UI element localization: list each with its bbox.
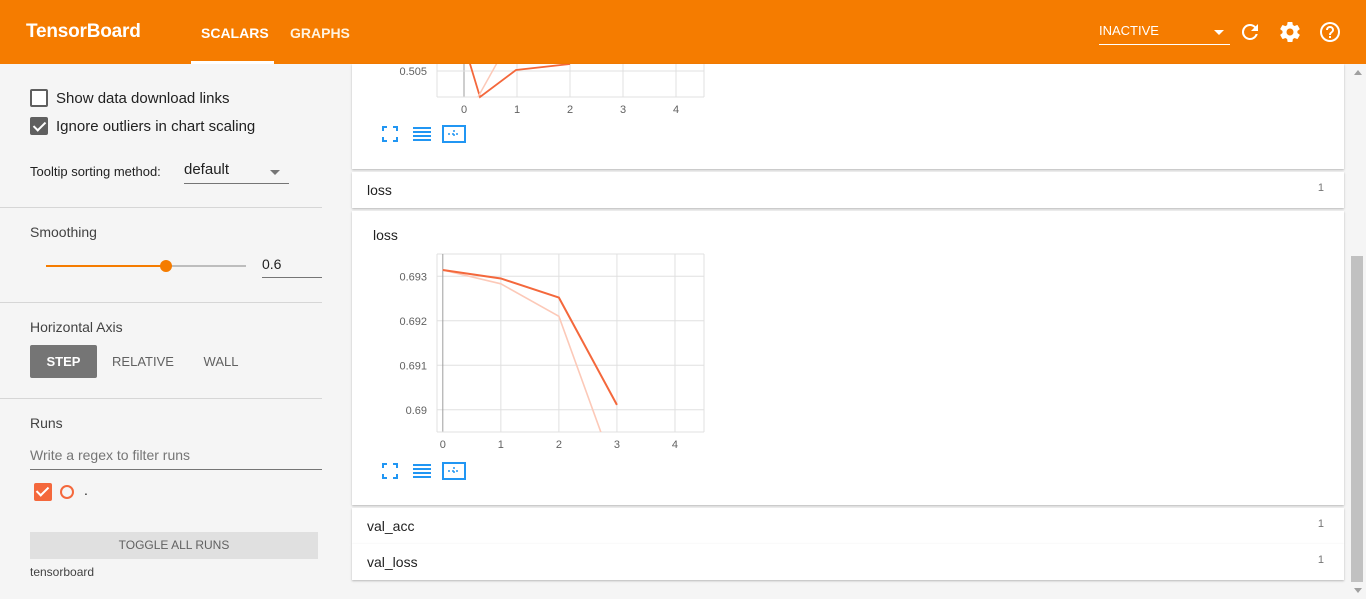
runs-title: Runs xyxy=(30,415,63,431)
horizontal-axis-title: Horizontal Axis xyxy=(30,319,123,335)
y-tick-label: 0.691 xyxy=(399,360,427,372)
logdir-label: tensorboard xyxy=(30,565,95,579)
smoothing-input[interactable]: 0.6 xyxy=(262,252,322,278)
chart-toolbar xyxy=(380,461,470,481)
fullscreen-icon[interactable] xyxy=(380,124,400,144)
reload-status-dropdown[interactable]: INACTIVE xyxy=(1099,20,1230,45)
scrollbar-thumb[interactable] xyxy=(1351,256,1363,582)
x-tick-label: 3 xyxy=(614,439,620,451)
smoothing-slider-fill xyxy=(46,265,166,267)
runs-filter-input[interactable]: Write a regex to filter runs xyxy=(30,443,322,470)
refresh-icon[interactable] xyxy=(1238,20,1262,44)
y-tick-label: 0.693 xyxy=(399,271,427,283)
tooltip-sorting-value: default xyxy=(184,161,230,178)
chart-card-loss: loss 0.693 0.692 0.691 0.69 0 1 2 3 4 xyxy=(352,211,1344,505)
axis-wall-button[interactable]: WALL xyxy=(192,345,250,378)
app-title: TensorBoard xyxy=(26,21,141,42)
x-tick-label: 2 xyxy=(567,104,573,116)
category-header-val-loss[interactable]: val_loss 1 xyxy=(352,544,1344,580)
category-header-val-acc[interactable]: val_acc 1 xyxy=(352,508,1344,544)
fit-domain-icon[interactable] xyxy=(442,461,466,481)
category-name: loss xyxy=(367,182,392,198)
category-count: 1 xyxy=(1317,554,1324,566)
divider xyxy=(0,207,322,208)
x-tick-label: 4 xyxy=(673,104,679,116)
top-app-bar: TensorBoard SCALARS GRAPHS INACTIVE xyxy=(0,0,1366,64)
chart-toolbar xyxy=(380,124,470,144)
toggle-all-runs-button[interactable]: TOGGLE ALL RUNS xyxy=(30,532,318,559)
divider xyxy=(0,398,322,399)
list-icon[interactable] xyxy=(412,461,432,481)
series-line-smoothed xyxy=(442,269,618,406)
x-tick-label: 1 xyxy=(514,104,520,116)
category-name: val_acc xyxy=(367,518,415,534)
partial-chart: 0.505 0 1 2 3 4 xyxy=(399,64,705,116)
tab-scalars[interactable]: SCALARS xyxy=(201,25,269,41)
fit-domain-icon[interactable] xyxy=(442,124,466,144)
series-line-raw xyxy=(442,269,602,432)
ignore-outliers-label: Ignore outliers in chart scaling xyxy=(56,118,256,135)
list-icon[interactable] xyxy=(412,124,432,144)
scroll-down-icon[interactable] xyxy=(1354,588,1362,593)
chevron-down-icon xyxy=(1214,30,1224,35)
x-tick-label: 0 xyxy=(440,439,446,451)
run-name: . xyxy=(84,482,88,498)
x-tick-label: 2 xyxy=(556,439,562,451)
y-tick-label: 0.692 xyxy=(399,316,427,328)
tooltip-sorting-dropdown[interactable]: default xyxy=(184,159,289,184)
show-download-links-checkbox[interactable] xyxy=(30,89,48,107)
reload-status-value: INACTIVE xyxy=(1099,23,1159,38)
x-tick-label: 4 xyxy=(672,439,678,451)
y-tick-label: 0.505 xyxy=(399,66,427,78)
category-count: 1 xyxy=(1317,518,1324,530)
scroll-up-icon[interactable] xyxy=(1354,70,1362,75)
x-tick-label: 0 xyxy=(461,104,467,116)
axis-step-button[interactable]: STEP xyxy=(30,345,97,378)
settings-icon[interactable] xyxy=(1278,20,1302,44)
x-tick-label: 1 xyxy=(498,439,504,451)
run-radio[interactable] xyxy=(60,485,74,499)
chart-card-partial: 0.505 0 1 2 3 4 xyxy=(352,64,1344,169)
sidebar: Show data download links Ignore outliers… xyxy=(0,64,340,599)
acc-raw-line xyxy=(477,64,498,98)
loss-line-chart: 0.693 0.692 0.691 0.69 0 1 2 3 4 xyxy=(399,253,705,451)
divider xyxy=(0,302,322,303)
chevron-down-icon xyxy=(270,170,280,175)
help-icon[interactable] xyxy=(1318,20,1342,44)
x-tick-label: 3 xyxy=(620,104,626,116)
axis-relative-button[interactable]: RELATIVE xyxy=(104,345,182,378)
run-checkbox[interactable] xyxy=(34,483,52,501)
smoothing-slider-handle[interactable] xyxy=(160,260,172,272)
tooltip-sorting-label: Tooltip sorting method: xyxy=(30,164,161,179)
ignore-outliers-checkbox[interactable] xyxy=(30,117,48,135)
tab-graphs[interactable]: GRAPHS xyxy=(290,25,350,41)
fullscreen-icon[interactable] xyxy=(380,461,400,481)
category-header-loss[interactable]: loss 1 xyxy=(352,172,1344,208)
chart-title: loss xyxy=(373,227,398,243)
category-count: 1 xyxy=(1317,182,1324,194)
show-download-links-label: Show data download links xyxy=(56,90,230,107)
category-name: val_loss xyxy=(367,554,418,570)
y-tick-label: 0.69 xyxy=(406,405,427,417)
smoothing-title: Smoothing xyxy=(30,224,97,240)
